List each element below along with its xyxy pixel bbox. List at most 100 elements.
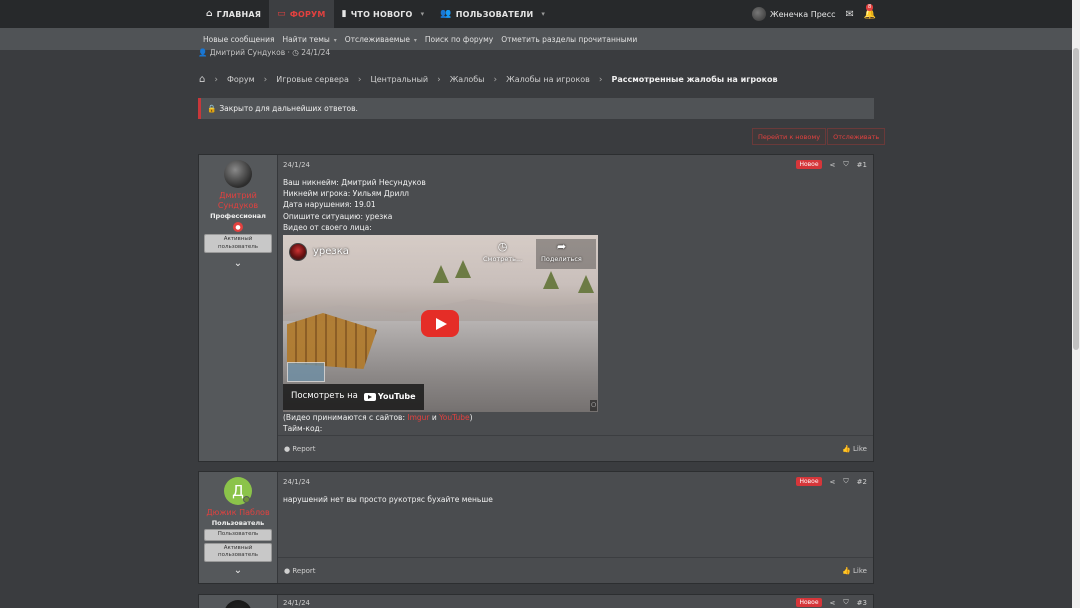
top-navigation: ⌂ ГЛАВНАЯ ▭ ФОРУМ ▮ ЧТО НОВОГО ▾ 👥 ПОЛЬЗ… (0, 0, 1072, 28)
post-number[interactable]: #2 (857, 478, 867, 486)
tab-whats-new[interactable]: ▮ ЧТО НОВОГО ▾ (334, 0, 433, 28)
thread-starter-info: 👤 Дмитрий Сундуков · ◷ 24/1/24 (198, 48, 331, 57)
users-icon: 👥 (440, 9, 452, 19)
chevron-right-icon: › (598, 74, 603, 85)
subnav-search-forum[interactable]: Поиск по форуму (425, 35, 493, 44)
like-button[interactable]: 👍 Like (842, 445, 867, 453)
lock-icon: 🔒 (207, 104, 217, 113)
chevron-right-icon: › (493, 74, 498, 85)
share-icon[interactable]: ⋖ (830, 599, 836, 607)
report-button[interactable]: ● Report (284, 567, 316, 575)
video-corner-icon: ▢ (590, 399, 597, 412)
bookmark-icon[interactable]: ⛉ (843, 598, 848, 607)
youtube-embed[interactable]: урезка ◷ Смотреть... ➦ Поделиться Посмот… (283, 235, 598, 413)
author-name[interactable]: Дмитрий Сундуков (208, 191, 268, 211)
chevron-right-icon: › (357, 74, 362, 85)
youtube-logo: YouTube (363, 391, 416, 402)
clock-icon: ◷ (497, 240, 508, 254)
post-main: 24/1/24 Новое ⋖ ⛉ #2 нарушений нет вы пр… (278, 472, 873, 583)
whats-new-icon: ▮ (341, 9, 347, 19)
thread-starter-link[interactable]: Дмитрий Сундуков (210, 48, 285, 57)
goto-new-button[interactable]: Перейти к новому (752, 128, 827, 145)
subnav-new-posts[interactable]: Новые сообщения (203, 35, 274, 44)
post-date[interactable]: 24/1/24 (283, 161, 310, 169)
thumbs-up-icon: 👍 (842, 444, 851, 453)
report-button[interactable]: ● Report (284, 445, 316, 453)
chevron-down-icon[interactable]: ⌄ (234, 258, 242, 269)
new-badge: Новое (796, 160, 822, 169)
post-body: Ваш никнейм: Дмитрий Несундуков Никнейм … (283, 178, 598, 434)
watch-button[interactable]: Отслеживать (827, 128, 886, 145)
forum-icon: ▭ (277, 9, 286, 19)
tree-shape (455, 260, 471, 279)
subnav-watched[interactable]: Отслеживаемые ▾ (345, 35, 417, 44)
bookmark-icon[interactable]: ⛉ (843, 477, 848, 486)
breadcrumb-item[interactable]: Игровые сервера (276, 75, 349, 84)
share-arrow-icon: ➦ (556, 240, 567, 254)
share-icon[interactable]: ⋖ (830, 161, 836, 169)
post-number[interactable]: #3 (857, 599, 867, 607)
tree-shape (543, 271, 559, 290)
subnav-mark-read[interactable]: Отметить разделы прочитанными (501, 35, 637, 44)
user-banner: Пользователь (204, 529, 272, 541)
report-icon: ● (284, 444, 291, 453)
tab-users[interactable]: 👥 ПОЛЬЗОВАТЕЛИ ▾ (432, 0, 553, 28)
account-menu[interactable]: Женечка Пресс (752, 7, 836, 21)
scrollbar-thumb[interactable] (1073, 48, 1079, 350)
post-footer: ● Report 👍 Like (278, 435, 873, 461)
report-icon: ● (284, 566, 291, 575)
post-date[interactable]: 24/1/24 (283, 478, 310, 486)
post-date[interactable]: 24/1/24 (283, 599, 310, 607)
avatar[interactable]: Д (224, 477, 252, 505)
clock-icon: ◷ (292, 48, 299, 57)
subnav-find-threads[interactable]: Найти темы ▾ (282, 35, 336, 44)
thread-actions: Перейти к новому Отслеживать (752, 128, 886, 145)
play-button[interactable] (421, 310, 459, 338)
share-video-button[interactable]: ➦ Поделиться (541, 241, 582, 265)
chevron-down-icon[interactable]: ⌄ (234, 565, 242, 576)
breadcrumb-current[interactable]: Рассмотренные жалобы на игроков (612, 75, 778, 84)
video-title[interactable]: урезка (313, 246, 349, 257)
channel-avatar[interactable] (289, 243, 307, 262)
tab-forum[interactable]: ▭ ФОРУМ (269, 0, 334, 28)
author-name[interactable]: Дюжик Паблов (206, 508, 269, 518)
watch-on-youtube-button[interactable]: Посмотреть на YouTube (283, 384, 424, 411)
breadcrumb-item[interactable]: Центральный (371, 75, 429, 84)
post-footer: ● Report 👍 Like (278, 557, 873, 583)
chevron-down-icon: ▾ (541, 10, 546, 18)
avatar[interactable] (224, 160, 252, 188)
avatar (752, 7, 766, 21)
post-number[interactable]: #1 (857, 161, 867, 169)
chevron-right-icon: › (263, 74, 268, 85)
scrollbar[interactable] (1072, 0, 1080, 608)
home-icon[interactable]: ⌂ (199, 74, 205, 85)
breadcrumb-item[interactable]: Жалобы на игроков (506, 75, 590, 84)
avatar[interactable] (224, 600, 252, 608)
user-badge-icon: ● (233, 222, 243, 232)
home-icon: ⌂ (206, 9, 213, 19)
post-user-panel: Дмитрий Сундуков Профессионал ● Активный… (199, 155, 278, 461)
imgur-link[interactable]: Imgur (407, 413, 429, 422)
online-status-icon (243, 496, 250, 503)
post-user-panel (199, 595, 278, 608)
share-icon[interactable]: ⋖ (830, 478, 836, 486)
new-badge: Новое (796, 598, 822, 607)
new-badge: Новое (796, 477, 822, 486)
like-button[interactable]: 👍 Like (842, 567, 867, 575)
user-banner: Активный пользователь (204, 542, 272, 562)
tab-home[interactable]: ⌂ ГЛАВНАЯ (198, 0, 269, 28)
user-banner: Активный пользователь (204, 234, 272, 253)
tree-shape (433, 265, 449, 284)
envelope-icon[interactable]: ✉ (846, 9, 854, 20)
post-user-panel: Д Дюжик Паблов Пользователь Пользователь… (199, 472, 278, 583)
youtube-link[interactable]: YouTube (439, 413, 470, 422)
bookmark-icon[interactable]: ⛉ (843, 160, 848, 169)
sub-navigation: Новые сообщения Найти темы ▾ Отслеживаем… (0, 28, 1072, 50)
watch-later-button[interactable]: ◷ Смотреть... (483, 241, 522, 265)
breadcrumb-item[interactable]: Жалобы (450, 75, 485, 84)
breadcrumb: ⌂ › Форум › Игровые сервера › Центральны… (199, 74, 778, 85)
chevron-down-icon: ▾ (331, 36, 337, 44)
post-3: 24/1/24 Новое ⋖ ⛉ #3 (198, 594, 874, 608)
post-body: нарушений нет вы просто рукотряс бухайте… (283, 495, 493, 504)
breadcrumb-item[interactable]: Форум (227, 75, 255, 84)
